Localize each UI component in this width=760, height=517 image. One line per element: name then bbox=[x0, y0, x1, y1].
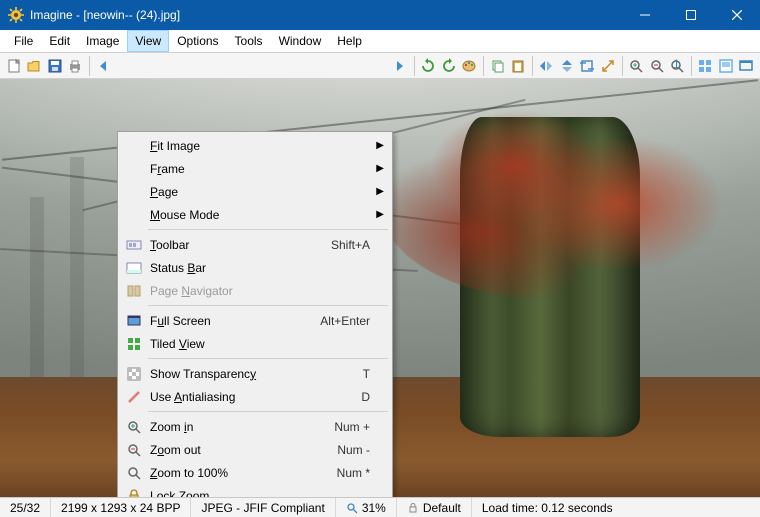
menu-image[interactable]: Image bbox=[78, 30, 127, 52]
view-menu-dropdown: Fit Image▶ Frame▶ Page▶ Mouse Mode▶ Tool… bbox=[117, 131, 393, 497]
transparency-icon bbox=[125, 365, 143, 383]
save-icon[interactable] bbox=[45, 55, 64, 77]
copy-icon[interactable] bbox=[488, 55, 507, 77]
magnifier-icon bbox=[346, 502, 358, 514]
zoom-100-icon bbox=[125, 464, 143, 482]
menu-file[interactable]: File bbox=[6, 30, 41, 52]
print-icon[interactable] bbox=[65, 55, 84, 77]
fullscreen-icon[interactable] bbox=[737, 55, 756, 77]
menu-zoom-in[interactable]: Zoom inNum + bbox=[120, 415, 390, 438]
zoom-in-icon[interactable] bbox=[626, 55, 645, 77]
window-title: Imagine - [neowin-- (24).jpg] bbox=[30, 8, 180, 22]
rotate-right-icon[interactable] bbox=[439, 55, 458, 77]
paste-icon[interactable] bbox=[508, 55, 527, 77]
antialias-icon bbox=[125, 388, 143, 406]
menu-mouse-mode[interactable]: Mouse Mode▶ bbox=[120, 203, 390, 226]
fullscreen-icon bbox=[125, 312, 143, 330]
flip-v-icon[interactable] bbox=[557, 55, 576, 77]
menu-zoom-out[interactable]: Zoom outNum - bbox=[120, 438, 390, 461]
menu-full-screen[interactable]: Full ScreenAlt+Enter bbox=[120, 309, 390, 332]
menu-options[interactable]: Options bbox=[169, 30, 226, 52]
menu-antialiasing[interactable]: Use AntialiasingD bbox=[120, 385, 390, 408]
menu-toolbar[interactable]: ToolbarShift+A bbox=[120, 233, 390, 256]
palette-icon[interactable] bbox=[460, 55, 479, 77]
rotate-left-icon[interactable] bbox=[419, 55, 438, 77]
window-buttons bbox=[622, 0, 760, 30]
status-format: JPEG - JFIF Compliant bbox=[191, 498, 335, 517]
menu-help[interactable]: Help bbox=[329, 30, 370, 52]
zoom-in-icon bbox=[125, 418, 143, 436]
menu-show-transparency[interactable]: Show TransparencyT bbox=[120, 362, 390, 385]
flip-h-icon[interactable] bbox=[537, 55, 556, 77]
lock-icon bbox=[125, 487, 143, 498]
zoom-100-icon[interactable]: 1 bbox=[667, 55, 686, 77]
tiled-icon bbox=[125, 335, 143, 353]
image-viewport[interactable]: Fit Image▶ Frame▶ Page▶ Mouse Mode▶ Tool… bbox=[0, 79, 760, 497]
status-lock: Default bbox=[397, 498, 472, 517]
status-loadtime: Load time: 0.12 seconds bbox=[472, 498, 623, 517]
close-button[interactable] bbox=[714, 0, 760, 30]
status-zoom: 31% bbox=[336, 498, 397, 517]
maximize-button[interactable] bbox=[668, 0, 714, 30]
resize-icon[interactable] bbox=[598, 55, 617, 77]
menu-page-navigator: Page Navigator bbox=[120, 279, 390, 302]
view-tiled-icon[interactable] bbox=[696, 55, 715, 77]
zoom-out-icon bbox=[125, 441, 143, 459]
menu-fit-image[interactable]: Fit Image▶ bbox=[120, 134, 390, 157]
minimize-button[interactable] bbox=[622, 0, 668, 30]
menu-status-bar[interactable]: Status Bar bbox=[120, 256, 390, 279]
status-bar: 25/32 2199 x 1293 x 24 BPP JPEG - JFIF C… bbox=[0, 497, 760, 517]
lock-icon bbox=[407, 502, 419, 514]
svg-text:1: 1 bbox=[673, 58, 680, 71]
menu-bar: File Edit Image View Options Tools Windo… bbox=[0, 30, 760, 52]
title-bar: Imagine - [neowin-- (24).jpg] bbox=[0, 0, 760, 30]
menu-frame[interactable]: Frame▶ bbox=[120, 157, 390, 180]
status-dimensions: 2199 x 1293 x 24 BPP bbox=[51, 498, 191, 517]
menu-window[interactable]: Window bbox=[271, 30, 330, 52]
zoom-out-icon[interactable] bbox=[647, 55, 666, 77]
crop-icon[interactable] bbox=[578, 55, 597, 77]
menu-edit[interactable]: Edit bbox=[41, 30, 78, 52]
menu-lock-zoom[interactable]: Lock Zoom bbox=[120, 484, 390, 497]
view-single-icon[interactable] bbox=[716, 55, 735, 77]
menu-page[interactable]: Page▶ bbox=[120, 180, 390, 203]
open-icon[interactable] bbox=[24, 55, 43, 77]
statusbar-icon bbox=[125, 259, 143, 277]
prev-icon[interactable] bbox=[94, 55, 113, 77]
menu-tiled-view[interactable]: Tiled View bbox=[120, 332, 390, 355]
toolbar-icon bbox=[125, 236, 143, 254]
book-icon bbox=[125, 282, 143, 300]
app-icon bbox=[8, 7, 24, 23]
status-counter: 25/32 bbox=[0, 498, 51, 517]
toolbar: 1 bbox=[0, 52, 760, 79]
menu-zoom-100[interactable]: Zoom to 100%Num * bbox=[120, 461, 390, 484]
menu-view[interactable]: View bbox=[127, 30, 169, 52]
menu-tools[interactable]: Tools bbox=[227, 30, 271, 52]
next-icon[interactable] bbox=[390, 55, 409, 77]
new-icon[interactable] bbox=[4, 55, 23, 77]
